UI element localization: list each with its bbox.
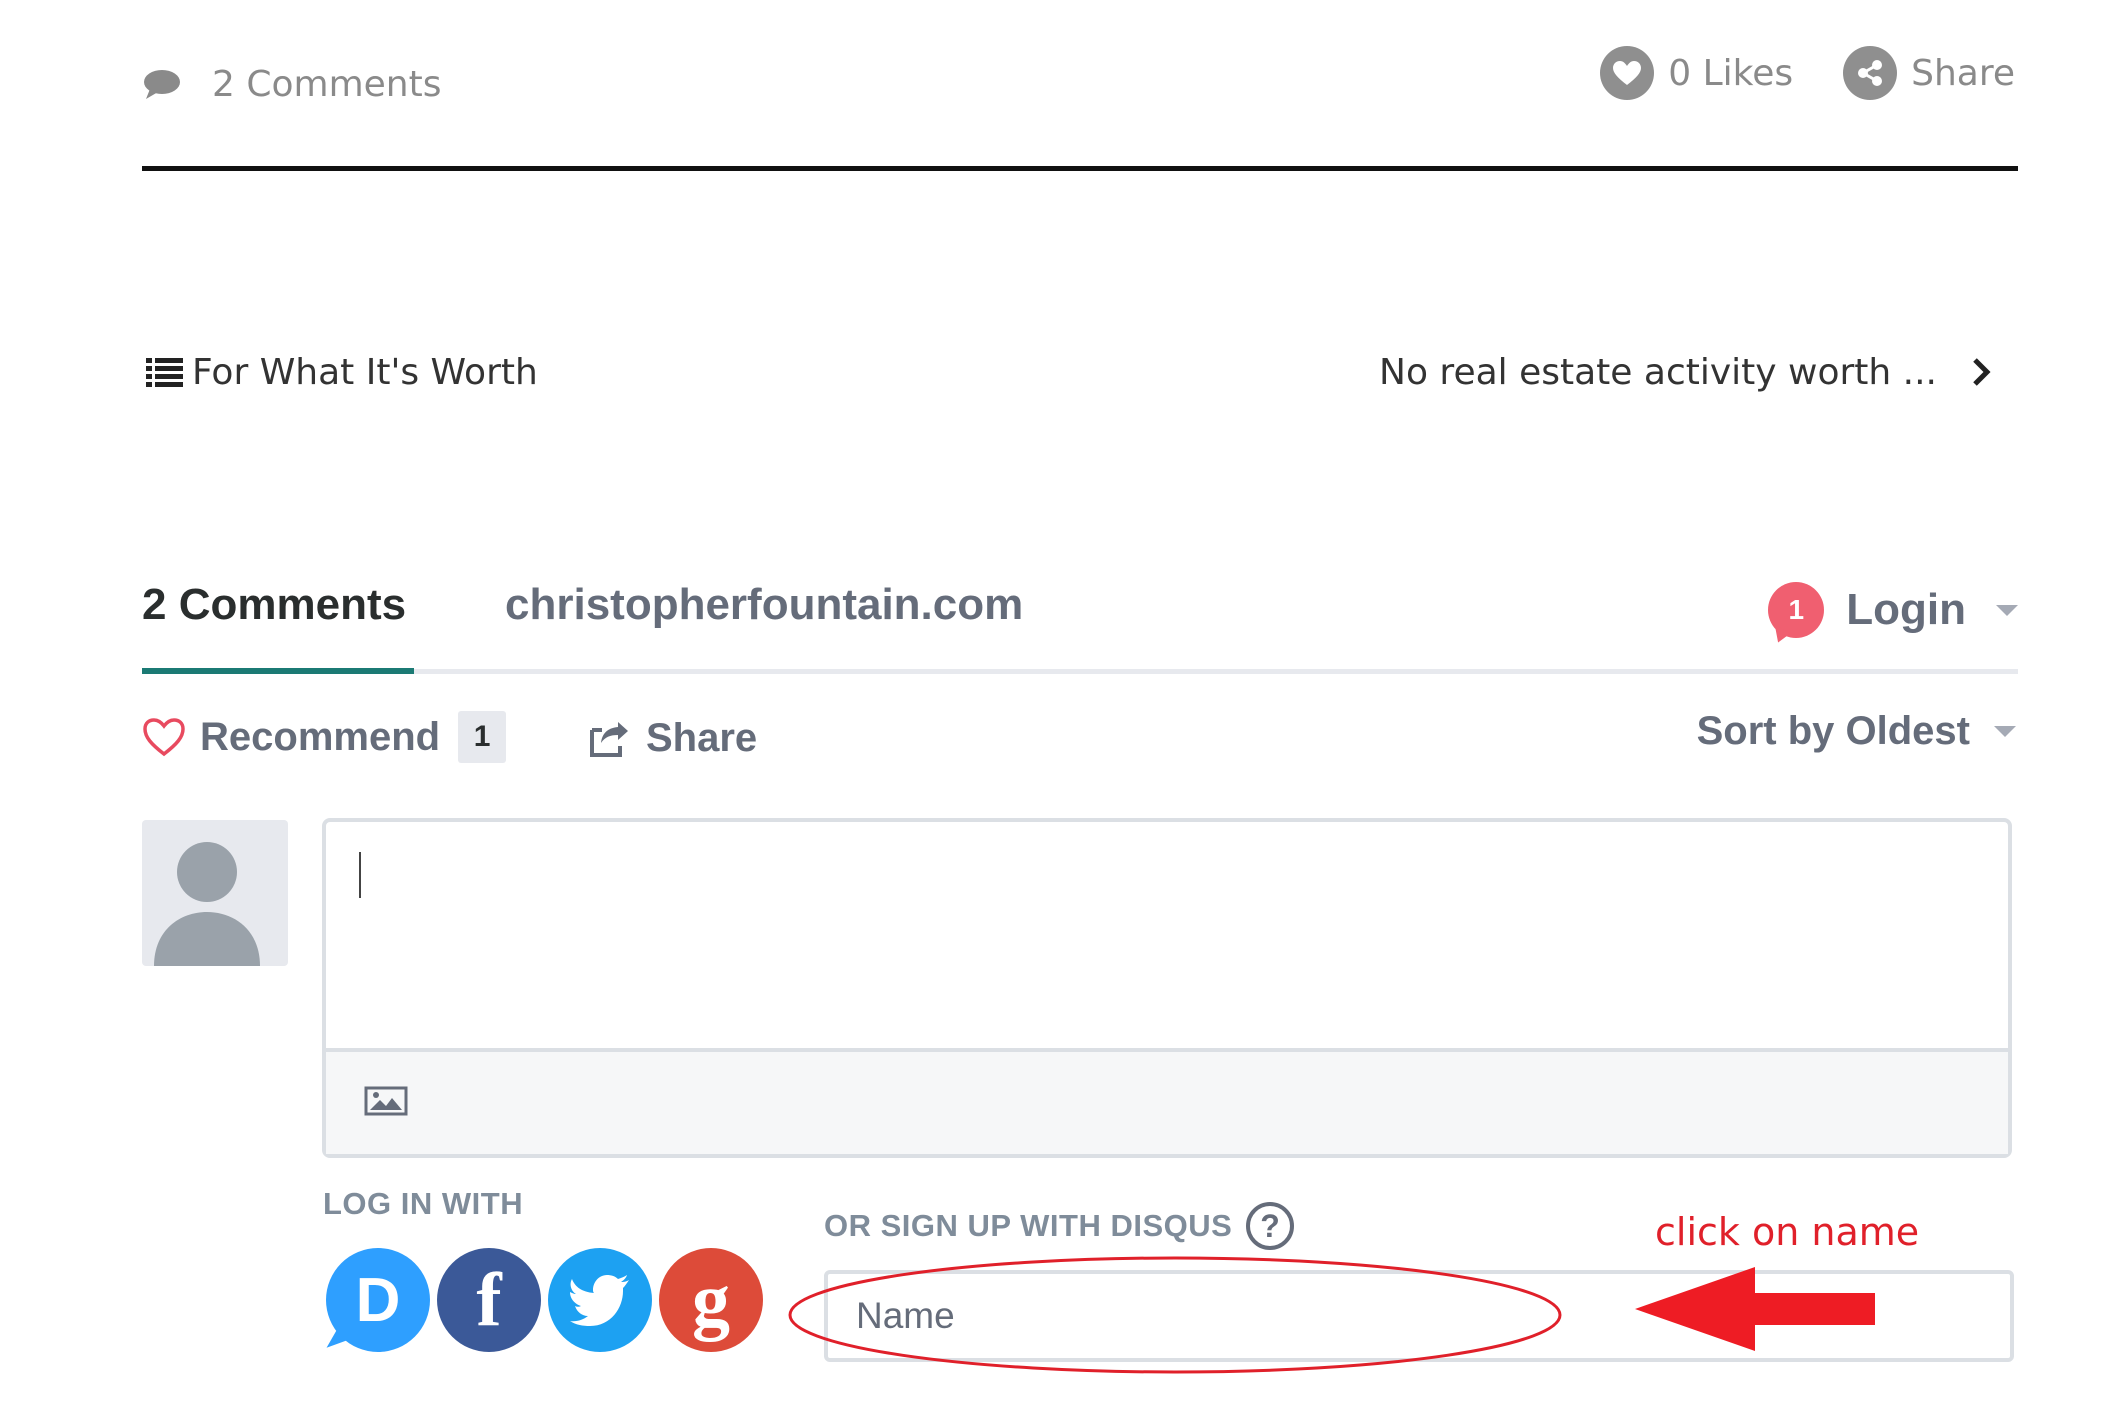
- twitter-bird-icon: [570, 1275, 629, 1326]
- signup-label: OR SIGN UP WITH DISQUS: [824, 1208, 1233, 1243]
- facebook-login-button[interactable]: f: [437, 1248, 541, 1352]
- next-post-title: No real estate activity worth ...: [1379, 351, 1937, 393]
- avatar: [142, 820, 288, 966]
- login-menu[interactable]: 1 Login: [1768, 582, 2018, 638]
- facebook-f-icon: f: [476, 1257, 502, 1342]
- recommend-label: Recommend: [200, 714, 441, 759]
- previous-post-link[interactable]: For What It's Worth: [146, 345, 538, 399]
- twitter-login-button[interactable]: [548, 1248, 652, 1352]
- post-share-label: Share: [1911, 52, 2015, 94]
- login-label: Login: [1846, 585, 1966, 634]
- chevron-down-icon: [1996, 604, 2018, 616]
- recommend-count: 1: [458, 711, 507, 763]
- heart-icon: [1600, 46, 1655, 100]
- comment-composer: [322, 818, 2012, 1158]
- tab-comments[interactable]: 2 Comments: [142, 580, 406, 630]
- previous-post-title: For What It's Worth: [192, 351, 538, 393]
- sort-dropdown[interactable]: Sort by Oldest: [1697, 706, 2016, 756]
- post-share-button[interactable]: Share: [1843, 46, 2015, 100]
- image-upload-icon[interactable]: [364, 1086, 408, 1116]
- composer-toolbar: [326, 1048, 2008, 1154]
- post-comments-link[interactable]: 2 Comments: [142, 58, 441, 110]
- recommend-button[interactable]: Recommend 1: [142, 711, 507, 763]
- speech-bubble-icon: [144, 70, 180, 99]
- sort-label: Sort by Oldest: [1696, 708, 1970, 753]
- chevron-right-icon: [1973, 358, 1991, 386]
- help-question-icon[interactable]: ?: [1246, 1202, 1295, 1250]
- likes-count: 0 Likes: [1668, 52, 1794, 94]
- share-icon: [590, 722, 628, 757]
- tab-community[interactable]: christopherfountain.com: [505, 580, 1023, 630]
- login-with-label: LOG IN WITH: [323, 1186, 524, 1221]
- user-silhouette-icon: [154, 842, 260, 966]
- post-actions: 0 Likes Share: [1600, 46, 2015, 100]
- heart-outline-icon: [143, 718, 185, 757]
- text-cursor: [359, 852, 361, 898]
- tabs-divider: [142, 669, 2018, 674]
- annotation-ellipse: [788, 1256, 1562, 1374]
- post-comments-count: 2 Comments: [212, 63, 442, 105]
- chevron-down-icon: [1994, 725, 2016, 737]
- share-nodes-icon: [1843, 46, 1898, 100]
- annotation-text: click on name: [1655, 1210, 1920, 1254]
- like-button[interactable]: 0 Likes: [1600, 46, 1793, 100]
- google-g-icon: g: [692, 1257, 730, 1342]
- disqus-login-button[interactable]: D: [326, 1248, 430, 1352]
- section-divider: [142, 166, 2018, 171]
- thread-share-button[interactable]: Share: [588, 712, 757, 764]
- signup-label-row: OR SIGN UP WITH DISQUS ?: [824, 1202, 1295, 1250]
- notification-badge: 1: [1768, 582, 1825, 638]
- active-tab-indicator: [142, 668, 414, 674]
- thread-share-label: Share: [646, 715, 758, 760]
- list-icon: [146, 358, 183, 387]
- comment-textarea[interactable]: [326, 822, 2008, 1048]
- annotation-arrow: [1635, 1267, 1875, 1351]
- google-login-button[interactable]: g: [659, 1248, 763, 1352]
- next-post-link[interactable]: No real estate activity worth ...: [1379, 345, 1991, 399]
- disqus-d-icon: D: [355, 1265, 401, 1335]
